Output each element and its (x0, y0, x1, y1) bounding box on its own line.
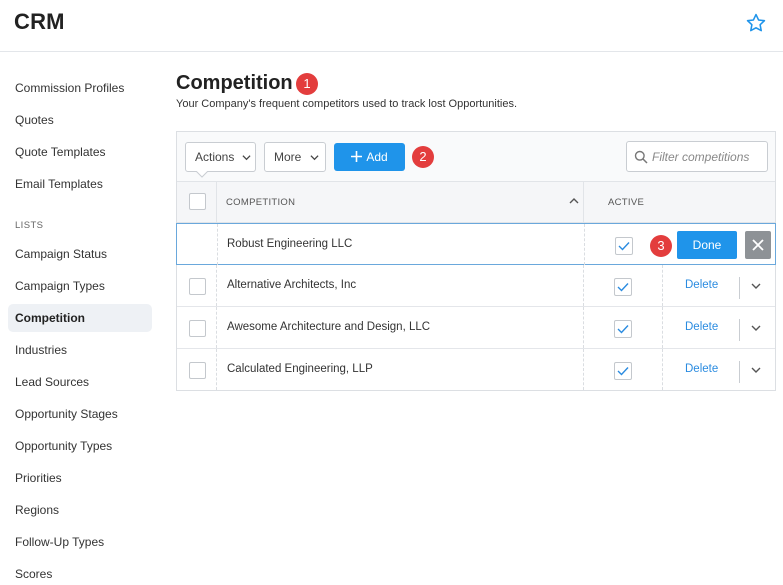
sidebar-item-industries[interactable]: Industries (8, 336, 152, 364)
star-icon[interactable] (745, 12, 767, 34)
page-description: Your Company's frequent competitors used… (176, 98, 518, 110)
active-checkbox[interactable] (615, 237, 633, 255)
active-checkbox[interactable] (614, 362, 632, 380)
row-select-checkbox[interactable] (189, 362, 206, 379)
competition-panel: Actions More Add 2 Filter competitions C… (176, 131, 776, 391)
column-header-active[interactable]: ACTIVE (608, 197, 644, 208)
column-divider (583, 182, 584, 222)
column-divider (662, 265, 663, 306)
sort-ascending-icon[interactable] (569, 196, 579, 206)
sidebar-item-quote-templates[interactable]: Quote Templates (8, 138, 152, 166)
sidebar-item-campaign-types[interactable]: Campaign Types (8, 272, 152, 300)
column-divider (584, 224, 585, 265)
column-divider (583, 307, 584, 348)
competition-name[interactable]: Alternative Architects, Inc (227, 279, 356, 291)
actions-label: Actions (195, 150, 235, 164)
delete-link[interactable]: Delete (685, 321, 718, 333)
top-bar: CRM (0, 0, 783, 52)
chevron-down-icon[interactable] (751, 281, 761, 291)
sidebar-item-priorities[interactable]: Priorities (8, 464, 152, 492)
chevron-down-icon[interactable] (751, 365, 761, 375)
dropdown-pointer (196, 171, 208, 178)
row-actions-divider (739, 319, 740, 341)
close-icon (752, 239, 764, 251)
sidebar-item-campaign-status[interactable]: Campaign Status (8, 240, 152, 268)
sidebar-item-follow-up-types[interactable]: Follow-Up Types (8, 528, 152, 556)
column-divider (662, 349, 663, 390)
column-divider (583, 265, 584, 306)
select-all-checkbox[interactable] (189, 193, 206, 210)
checkmark-icon (617, 283, 629, 292)
column-divider (216, 265, 217, 306)
checkmark-icon (617, 367, 629, 376)
search-icon (634, 150, 648, 164)
done-button[interactable]: Done (677, 231, 737, 259)
row-actions-divider (739, 361, 740, 383)
actions-dropdown[interactable]: Actions (185, 142, 256, 172)
sidebar-item-competition[interactable]: Competition (8, 304, 152, 332)
sidebar-item-opportunity-stages[interactable]: Opportunity Stages (8, 400, 152, 428)
competition-name[interactable]: Calculated Engineering, LLP (227, 363, 373, 375)
more-label: More (274, 150, 302, 164)
annotation-badge-3: 3 (650, 235, 672, 257)
table-row[interactable]: Alternative Architects, Inc Delete (177, 265, 775, 307)
column-divider (216, 182, 217, 222)
toolbar: Actions More Add 2 Filter competitions (177, 132, 775, 182)
competition-name[interactable]: Robust Engineering LLC (227, 238, 352, 250)
table-header: COMPETITION ACTIVE (177, 181, 775, 223)
sidebar-item-opportunity-types[interactable]: Opportunity Types (8, 432, 152, 460)
chevron-down-icon (242, 155, 251, 161)
filter-input[interactable]: Filter competitions (626, 141, 768, 172)
row-select-checkbox[interactable] (189, 320, 206, 337)
annotation-badge-1: 1 (296, 73, 318, 95)
checkmark-icon (618, 242, 630, 251)
column-divider (217, 224, 218, 265)
sidebar-item-email-templates[interactable]: Email Templates (8, 170, 152, 198)
table-row[interactable]: Awesome Architecture and Design, LLC Del… (177, 307, 775, 349)
table-row[interactable]: Calculated Engineering, LLP Delete (177, 349, 775, 391)
active-checkbox[interactable] (614, 320, 632, 338)
more-dropdown[interactable]: More (264, 142, 326, 172)
cancel-edit-button[interactable] (745, 231, 771, 259)
sidebar-item-regions[interactable]: Regions (8, 496, 152, 524)
column-divider (662, 307, 663, 348)
column-divider (583, 349, 584, 390)
chevron-down-icon[interactable] (751, 323, 761, 333)
sidebar-item-lead-sources[interactable]: Lead Sources (8, 368, 152, 396)
chevron-down-icon (310, 155, 319, 161)
sidebar-item-quotes[interactable]: Quotes (8, 106, 152, 134)
checkmark-icon (617, 325, 629, 334)
plus-icon (351, 151, 363, 162)
page-title: Competition (176, 72, 293, 94)
competition-name[interactable]: Awesome Architecture and Design, LLC (227, 321, 430, 333)
sidebar-item-commission-profiles[interactable]: Commission Profiles (8, 74, 152, 102)
row-select-checkbox[interactable] (189, 278, 206, 295)
sidebar-item-scores[interactable]: Scores (8, 560, 152, 585)
add-button[interactable]: Add (334, 143, 405, 171)
column-header-competition[interactable]: COMPETITION (226, 197, 295, 208)
sidebar-section-lists: LISTS (15, 220, 44, 231)
table-row[interactable]: Robust Engineering LLC 3 Done (176, 223, 776, 265)
sidebar: Commission Profiles Quotes Quote Templat… (0, 52, 160, 585)
column-divider (216, 349, 217, 390)
delete-link[interactable]: Delete (685, 363, 718, 375)
add-label: Add (366, 150, 388, 164)
app-title: CRM (14, 9, 65, 34)
row-actions-divider (739, 277, 740, 299)
annotation-badge-2: 2 (412, 146, 434, 168)
active-checkbox[interactable] (614, 278, 632, 296)
delete-link[interactable]: Delete (685, 279, 718, 291)
column-divider (216, 307, 217, 348)
filter-placeholder: Filter competitions (652, 150, 750, 164)
